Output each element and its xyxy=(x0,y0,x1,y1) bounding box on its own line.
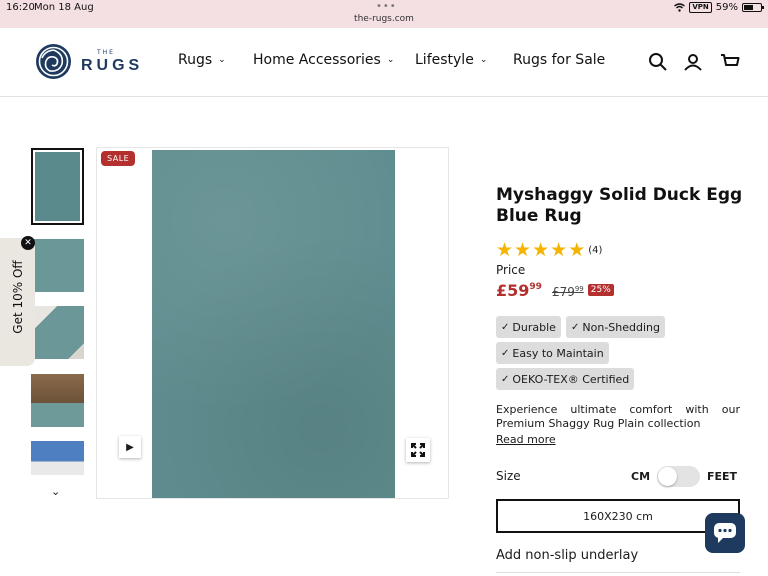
price-block: £5999 £7999 25% xyxy=(496,281,614,300)
star-icon: ★ xyxy=(568,239,586,261)
star-icon: ★ xyxy=(532,239,550,261)
account-icon[interactable] xyxy=(683,52,703,72)
original-price: £7999 xyxy=(552,285,584,299)
unit-cm-label[interactable]: CM xyxy=(631,470,650,483)
status-date: Mon 18 Aug xyxy=(34,2,94,13)
vpn-badge: VPN xyxy=(689,2,712,13)
underlay-heading: Add non-slip underlay xyxy=(496,548,639,563)
check-icon: ✓ xyxy=(501,373,510,385)
star-icon: ★ xyxy=(550,239,568,261)
check-icon: ✓ xyxy=(571,321,580,333)
chat-button[interactable] xyxy=(705,513,745,553)
search-icon[interactable] xyxy=(648,52,668,72)
review-count[interactable]: (4) xyxy=(588,245,602,256)
size-option-button[interactable]: 160X230 cm xyxy=(496,499,740,533)
rating-stars[interactable]: ★ ★ ★ ★ ★ (4) xyxy=(496,241,602,260)
nav-rugs[interactable]: Rugs ⌄ xyxy=(178,52,226,68)
rug-image xyxy=(152,150,395,498)
discount-badge: 25% xyxy=(587,284,614,296)
feature-tag-durable: ✓ Durable xyxy=(496,316,561,338)
current-price-pence: 99 xyxy=(529,282,542,292)
toggle-knob xyxy=(658,467,677,486)
thumbnail-5[interactable] xyxy=(31,441,84,475)
logo-text: THE RUGS xyxy=(81,48,144,74)
status-time: 16:20 xyxy=(6,2,35,13)
chat-icon xyxy=(714,523,736,543)
address-bar-url[interactable]: the-rugs.com xyxy=(0,14,768,24)
product-title: Myshaggy Solid Duck Egg Blue Rug xyxy=(496,185,743,226)
product-main-image[interactable]: SALE ▶ xyxy=(96,147,449,499)
feature-label: Non-Shedding xyxy=(582,320,660,334)
divider xyxy=(496,572,740,576)
nav-home-accessories[interactable]: Home Accessories ⌄ xyxy=(253,52,394,68)
feature-label: Easy to Maintain xyxy=(512,346,604,360)
unit-feet-label[interactable]: FEET xyxy=(707,470,737,483)
discount-tab-label: Get 10% Off xyxy=(11,260,25,334)
expand-icon xyxy=(411,443,425,457)
product-description: Experience ultimate comfort with our Pre… xyxy=(496,403,740,430)
thumbnail-3[interactable] xyxy=(31,306,84,359)
nav-rugs-for-sale-label: Rugs for Sale xyxy=(513,52,606,68)
logo-mark-icon xyxy=(36,44,71,79)
cart-icon[interactable] xyxy=(720,52,740,72)
play-icon: ▶ xyxy=(126,441,134,453)
thumbnail-2[interactable] xyxy=(31,239,84,292)
check-icon: ✓ xyxy=(501,321,510,333)
chevron-down-icon: ⌄ xyxy=(218,55,226,65)
nav-home-accessories-label: Home Accessories xyxy=(253,52,381,68)
chevron-down-icon: ⌄ xyxy=(479,55,488,65)
unit-toggle[interactable] xyxy=(657,466,700,487)
more-dots-icon[interactable]: ••• xyxy=(376,1,397,12)
status-bar: 16:20 Mon 18 Aug ••• the-rugs.com VPN 59… xyxy=(0,0,768,28)
zoom-button[interactable] xyxy=(406,438,430,462)
feature-label: OEKO-TEX® Certified xyxy=(512,372,630,386)
site-header: THE RUGS Rugs ⌄ Home Accessories ⌄ Lifes… xyxy=(0,28,768,97)
sale-badge: SALE xyxy=(101,151,136,166)
price-label: Price xyxy=(496,263,526,277)
status-indicators: VPN 59% xyxy=(674,2,764,13)
check-icon: ✓ xyxy=(501,347,510,359)
nav-lifestyle-label: Lifestyle xyxy=(415,52,474,68)
battery-percent: 59% xyxy=(715,2,738,13)
wifi-icon xyxy=(674,3,686,12)
feature-tag-easy-to-maintain: ✓ Easy to Maintain xyxy=(496,342,609,364)
original-price-pence: 99 xyxy=(574,285,584,293)
battery-icon xyxy=(742,3,764,12)
star-icon: ★ xyxy=(496,239,514,261)
play-video-button[interactable]: ▶ xyxy=(119,436,141,458)
nav-rugs-for-sale[interactable]: Rugs for Sale xyxy=(513,52,605,68)
logo-rugs: RUGS xyxy=(81,56,144,74)
star-icon: ★ xyxy=(514,239,532,261)
feature-tag-oeko-tex: ✓ OEKO-TEX® Certified xyxy=(496,368,635,390)
thumbnail-rug-image xyxy=(35,152,80,221)
feature-tag-non-shedding: ✓ Non-Shedding xyxy=(566,316,665,338)
site-logo[interactable]: THE RUGS xyxy=(36,44,143,79)
close-icon[interactable]: ✕ xyxy=(21,236,35,250)
nav-lifestyle[interactable]: Lifestyle ⌄ xyxy=(415,52,487,68)
thumbnail-1[interactable] xyxy=(31,148,84,225)
chevron-down-icon[interactable]: ⌄ xyxy=(51,485,60,498)
current-price-main: £59 xyxy=(496,281,530,300)
thumbnail-4[interactable] xyxy=(31,374,84,427)
chevron-down-icon: ⌄ xyxy=(386,55,395,65)
current-price: £5999 xyxy=(496,281,542,300)
feature-label: Durable xyxy=(512,320,556,334)
original-price-main: £79 xyxy=(551,285,575,299)
nav-rugs-label: Rugs xyxy=(178,52,213,68)
read-more-link[interactable]: Read more xyxy=(496,433,556,446)
size-label: Size xyxy=(496,469,521,483)
logo-the: THE xyxy=(97,48,115,56)
discount-side-tab[interactable]: Get 10% Off xyxy=(0,238,35,366)
